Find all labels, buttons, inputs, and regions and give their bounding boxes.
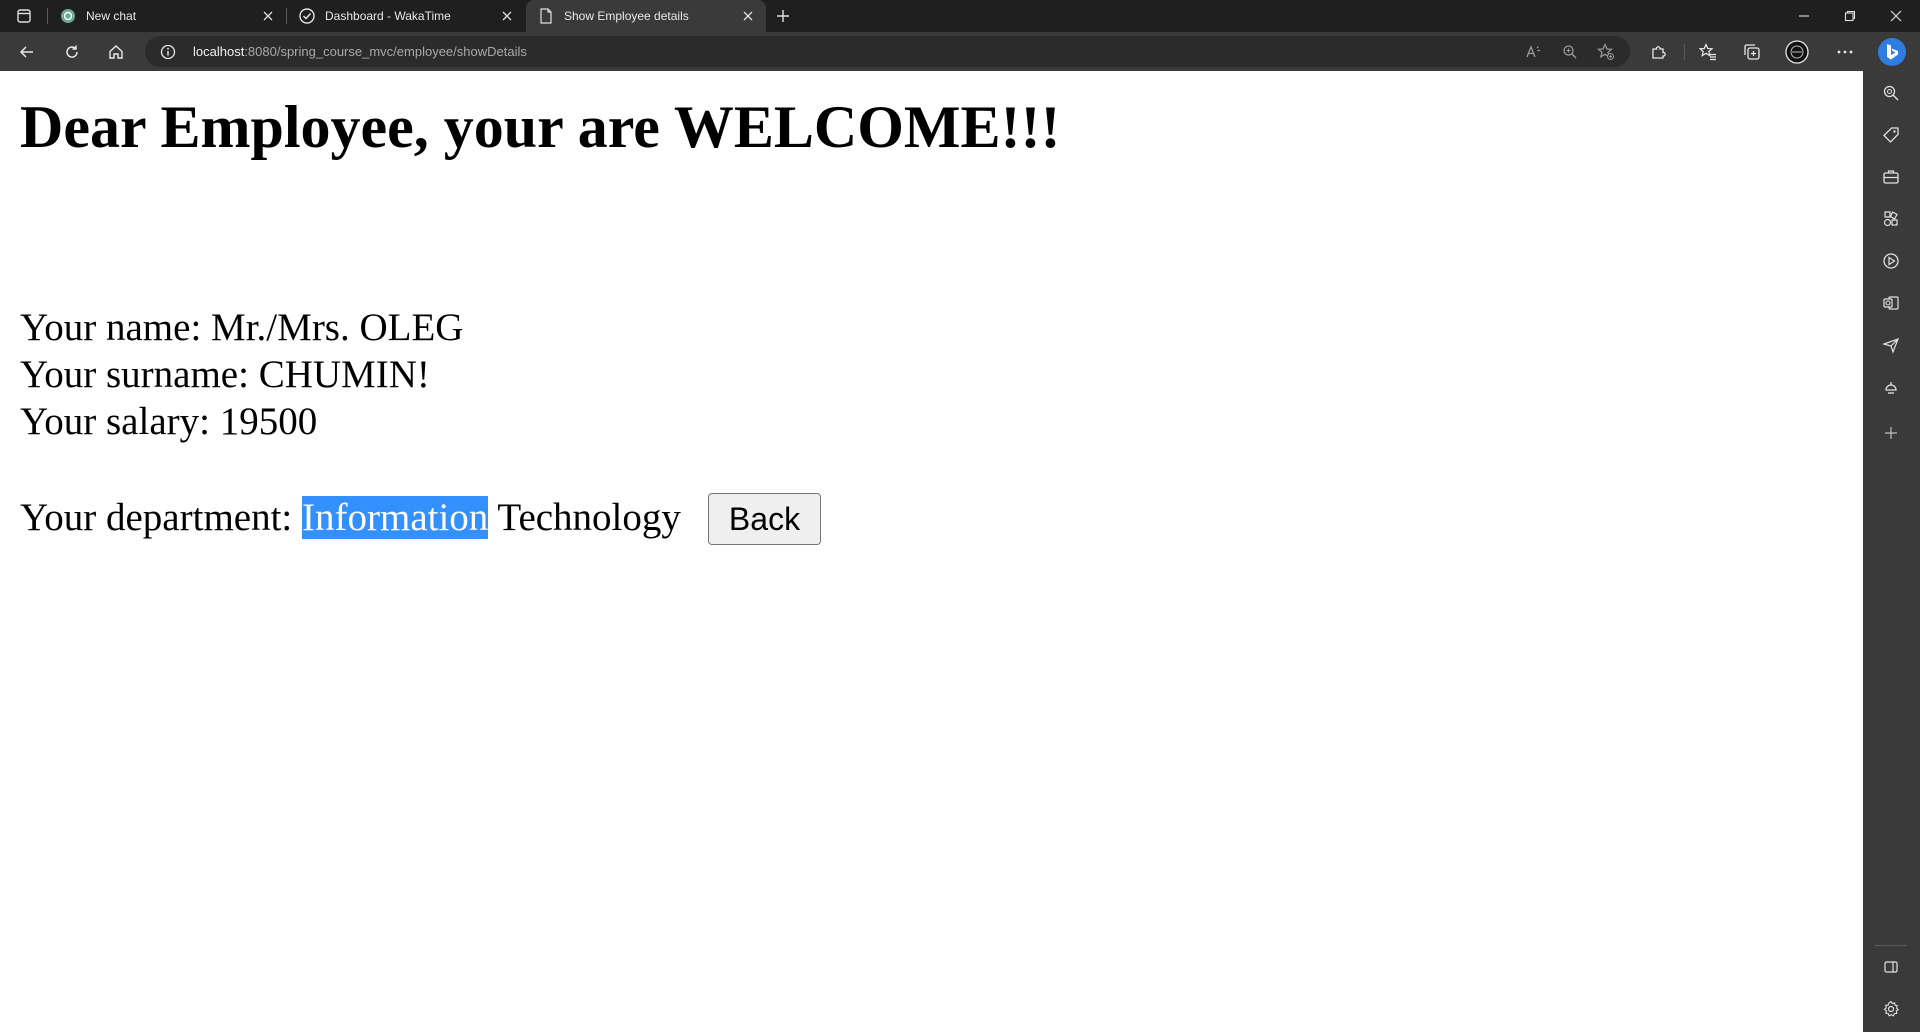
page-content: Dear Employee, your are WELCOME!!! Your … [0,71,1863,1032]
tab-strip: New chat Dashboard - WakaTime Show Emplo… [0,0,1920,32]
employee-salary-line: Your salary: 19500 [20,398,317,445]
tab-title: New chat [86,9,137,23]
read-aloud-icon[interactable] [1523,41,1545,63]
avatar-icon [1785,40,1809,64]
close-icon[interactable] [260,8,276,24]
salary-value: 19500 [219,400,318,443]
toolbar-separator [1684,44,1685,60]
name-label: Your name: [20,306,212,349]
sidebar-separator [1875,945,1907,946]
employee-name-line: Your name: Mr./Mrs. OLEG [20,304,463,351]
tab-new-chat[interactable]: New chat [48,0,286,32]
back-nav-button[interactable] [12,37,42,67]
department-rest-text: Technology [488,496,681,539]
employee-surname-line: Your surname: CHUMIN! [20,351,430,398]
close-icon[interactable] [499,8,515,24]
close-window-button[interactable] [1873,0,1919,32]
favorites-icon [1699,43,1716,61]
close-icon[interactable] [740,8,756,24]
add-favorite-icon[interactable] [1595,41,1617,63]
department-label: Your department: [20,496,303,539]
chatgpt-icon [60,8,76,24]
plus-icon[interactable] [1879,421,1903,445]
tab-title: Show Employee details [564,9,689,23]
favorites-button[interactable] [1693,37,1723,67]
page-heading: Dear Employee, your are WELCOME!!! [20,94,1061,160]
url-host: localhost [193,44,245,59]
more-icon [1837,50,1853,54]
tab-actions-icon[interactable] [10,6,38,26]
info-icon[interactable] [159,43,177,61]
employee-department-line: Your department: Information Technology [20,494,681,541]
collections-button[interactable] [1737,37,1767,67]
copilot-button[interactable] [1878,38,1906,66]
tab-show-employee-details[interactable]: Show Employee details [526,0,766,32]
puzzle-icon [1652,46,1666,59]
refresh-icon [66,45,78,58]
edge-sidebar [1863,71,1920,1032]
restore-button[interactable] [1827,0,1873,32]
zoom-icon[interactable] [1559,41,1581,63]
tab-wakatime[interactable]: Dashboard - WakaTime [287,0,525,32]
restore-icon [1844,10,1856,22]
send-icon[interactable] [1879,333,1903,357]
microsoft-365-icon[interactable] [1879,249,1903,273]
collections-icon [1744,44,1760,60]
home-icon [109,45,123,59]
profile-button[interactable] [1782,37,1812,67]
name-value: Mr./Mrs. OLEG [211,306,464,349]
settings-more-button[interactable] [1830,37,1860,67]
drop-icon[interactable] [1879,376,1903,400]
games-icon[interactable] [1879,207,1903,231]
close-icon [1890,10,1902,22]
new-tab-button[interactable] [771,4,795,28]
url-path: :8080/spring_course_mvc/employee/showDet… [244,44,527,59]
salary-label: Your salary: [20,400,220,443]
arrow-left-icon [19,46,33,58]
minimize-button[interactable] [1781,0,1827,32]
plus-icon [777,10,789,22]
bing-icon [1887,44,1898,60]
page-icon [538,8,554,24]
browser-toolbar: localhost:8080/spring_course_mvc/employe… [0,32,1920,71]
minimize-icon [1799,15,1809,17]
refresh-button[interactable] [57,37,87,67]
url-text[interactable]: localhost:8080/spring_course_mvc/employe… [193,44,527,59]
address-bar[interactable]: localhost:8080/spring_course_mvc/employe… [145,36,1630,67]
search-icon[interactable] [1879,81,1903,105]
department-selected-text: Information [302,496,489,539]
outlook-icon[interactable] [1879,291,1903,315]
extensions-button[interactable] [1644,37,1674,67]
wakatime-icon [299,8,315,24]
home-button[interactable] [101,37,131,67]
shopping-tag-icon[interactable] [1879,123,1903,147]
gear-icon[interactable] [1879,997,1903,1021]
hide-sidebar-icon[interactable] [1879,955,1903,979]
back-button[interactable]: Back [708,493,821,545]
surname-value: CHUMIN! [258,353,430,396]
tools-briefcase-icon[interactable] [1879,165,1903,189]
tab-title: Dashboard - WakaTime [325,9,451,23]
surname-label: Your surname: [20,353,259,396]
